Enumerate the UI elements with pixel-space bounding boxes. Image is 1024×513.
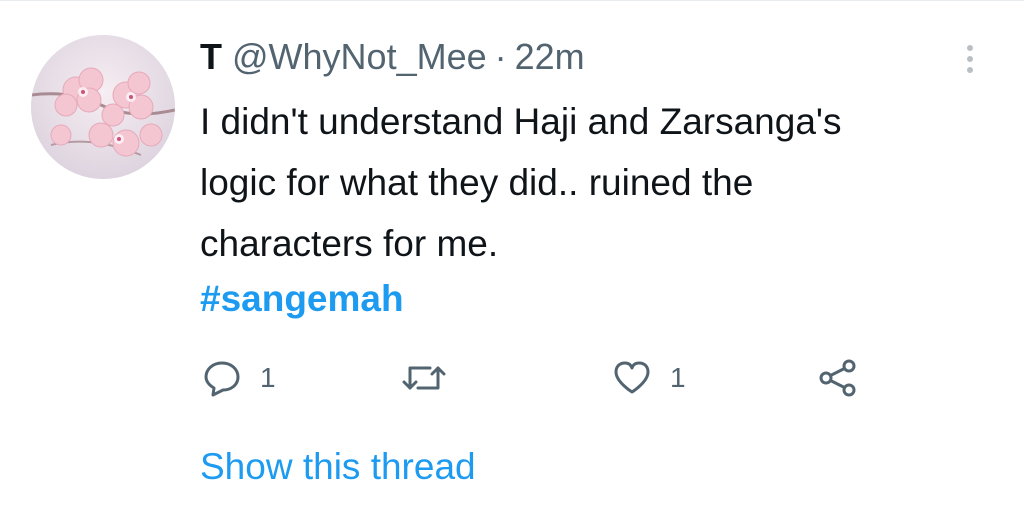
reply-count: 1 [260, 362, 276, 393]
reply-icon [204, 361, 240, 397]
retweet-button[interactable] [400, 355, 448, 401]
like-button[interactable]: 1 [612, 355, 686, 401]
reply-button[interactable]: 1 [202, 355, 276, 401]
user-handle[interactable]: @WhyNot_Mee [232, 36, 487, 78]
tweet-card: T @WhyNot_Mee · 22m I didn't understand … [0, 0, 1024, 513]
hashtag-link[interactable]: #sangemah [200, 273, 404, 325]
tweet-text-line: logic for what they did.. ruined the [200, 162, 754, 203]
tweet-text-line: characters for me. [200, 223, 499, 264]
display-name[interactable]: T [200, 36, 222, 78]
separator-dot: · [494, 36, 507, 77]
tweet-header: T @WhyNot_Mee · 22m [200, 35, 585, 79]
more-dot [967, 67, 973, 73]
share-button[interactable] [818, 355, 858, 401]
more-dot [967, 45, 973, 51]
show-thread-link[interactable]: Show this thread [200, 441, 476, 493]
more-options-icon[interactable] [955, 39, 985, 79]
avatar[interactable] [31, 35, 175, 179]
tweet-timestamp[interactable]: 22m [515, 36, 585, 78]
like-count: 1 [670, 362, 686, 393]
tweet-text: I didn't understand Haji and Zarsanga's … [200, 91, 1000, 274]
share-icon [819, 359, 856, 397]
tweet-text-line: I didn't understand Haji and Zarsanga's [200, 101, 842, 142]
retweet-icon [402, 366, 446, 390]
more-dot [967, 56, 973, 62]
heart-icon [614, 361, 650, 394]
cherry-blossom-avatar-image [31, 35, 175, 179]
